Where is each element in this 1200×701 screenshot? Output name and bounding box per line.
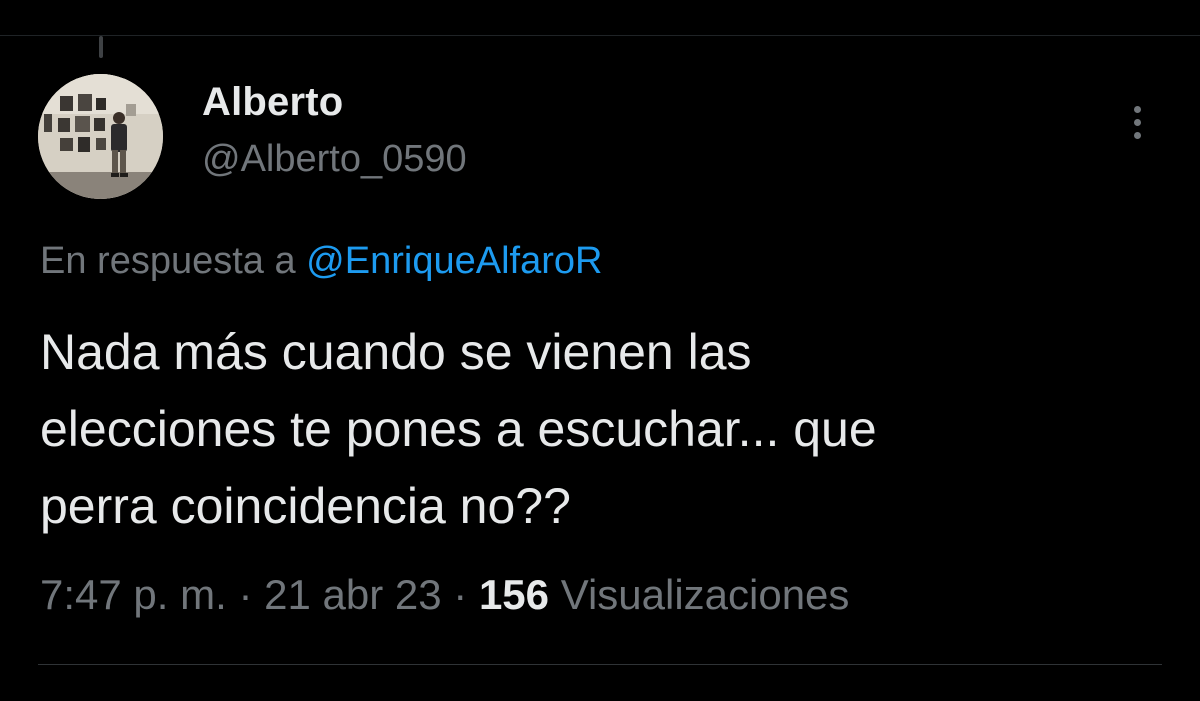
tweet-text-line: elecciones te pones a escuchar... que [40, 401, 877, 457]
tweet-time[interactable]: 7:47 p. m. [40, 571, 227, 618]
bottom-divider [38, 664, 1162, 665]
reply-mention-link[interactable]: @EnriqueAlfaroR [306, 240, 602, 282]
tweet-date[interactable]: 21 abr 23 [264, 571, 441, 618]
more-vertical-icon [1134, 106, 1141, 113]
avatar[interactable] [38, 74, 163, 199]
reply-prefix: En respuesta a [40, 240, 296, 282]
tweet-text: Nada más cuando se vienen las elecciones… [40, 314, 1160, 545]
top-divider [0, 35, 1200, 36]
more-options-button[interactable] [1120, 102, 1156, 142]
tweet-metadata: 7:47 p. m. · 21 abr 23 · 156 Visualizaci… [40, 571, 849, 619]
meta-separator: · [453, 571, 468, 618]
meta-separator: · [238, 571, 253, 618]
tweet-text-line: Nada más cuando se vienen las [40, 324, 752, 380]
tweet-text-line: perra coincidencia no?? [40, 478, 571, 534]
tweet-screen: Alberto @Alberto_0590 En respuesta a @En… [0, 0, 1200, 701]
more-vertical-icon-dot [1134, 132, 1141, 139]
avatar-photo [38, 74, 163, 199]
reply-context: En respuesta a @EnriqueAlfaroR [40, 240, 602, 283]
views-count: 156 [478, 571, 550, 618]
author-handle[interactable]: @Alberto_0590 [202, 138, 467, 181]
views-label: Visualizaciones [560, 571, 850, 618]
author-display-name[interactable]: Alberto [202, 80, 343, 125]
thread-connector-line [99, 36, 103, 58]
more-vertical-icon-dot [1134, 119, 1141, 126]
